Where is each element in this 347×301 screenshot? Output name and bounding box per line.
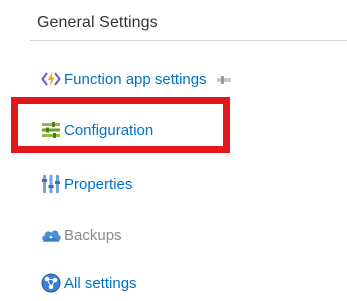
cloud-backup-icon — [40, 224, 62, 246]
section-title: General Settings — [37, 14, 158, 31]
menu-item-all-settings[interactable]: All settings — [40, 270, 137, 296]
menu-item-label: Configuration — [64, 121, 154, 139]
properties-bars-icon — [40, 173, 62, 195]
menu-item-label: Function app settings — [64, 70, 207, 88]
menu-item-label: Backups — [64, 226, 122, 244]
menu-item-backups[interactable]: Backups — [40, 222, 122, 248]
menu-item-function-app-settings[interactable]: Function app settings — [40, 66, 231, 92]
menu-item-label: All settings — [64, 274, 137, 292]
section-divider — [30, 40, 347, 41]
menu-item-label: Properties — [64, 175, 133, 193]
general-settings-panel: General Settings Function app settings C… — [0, 0, 347, 301]
preview-marker-icon — [216, 76, 231, 84]
lightning-code-icon — [40, 68, 62, 90]
menu-item-configuration[interactable]: Configuration — [40, 117, 153, 143]
globe-network-icon — [40, 272, 62, 294]
sliders-icon — [40, 119, 62, 141]
menu-item-properties[interactable]: Properties — [40, 171, 132, 197]
